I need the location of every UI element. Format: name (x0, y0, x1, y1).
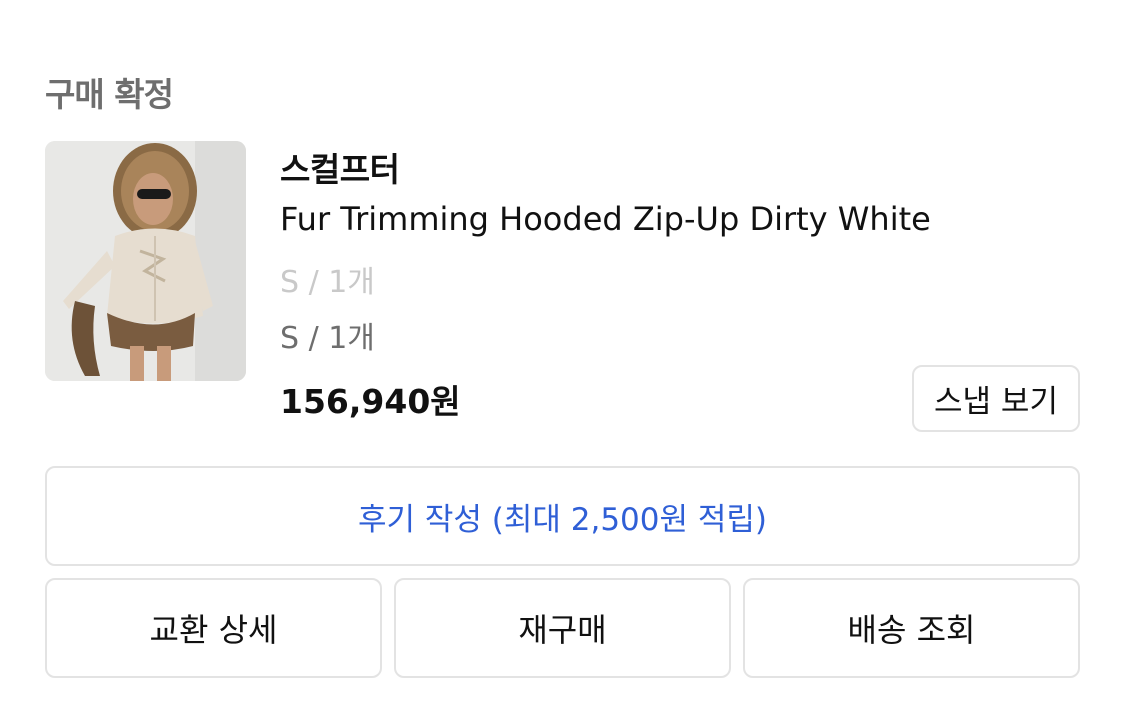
product-option: S / 1개 (280, 321, 375, 356)
product-thumbnail[interactable] (45, 141, 246, 381)
brand-name: 스컬프터 (280, 150, 400, 189)
repurchase-button[interactable]: 재구매 (394, 578, 731, 678)
write-review-button[interactable]: 후기 작성 (최대 2,500원 적립) (45, 466, 1080, 566)
product-option-faded: S / 1개 (280, 265, 375, 300)
track-delivery-button[interactable]: 배송 조회 (743, 578, 1080, 678)
order-status-label: 구매 확정 (45, 75, 174, 114)
product-photo-icon (45, 141, 246, 381)
product-price: 156,940원 (280, 382, 461, 421)
exchange-detail-button[interactable]: 교환 상세 (45, 578, 382, 678)
snap-view-button[interactable]: 스냅 보기 (912, 365, 1080, 432)
product-name[interactable]: Fur Trimming Hooded Zip-Up Dirty White (280, 200, 931, 238)
